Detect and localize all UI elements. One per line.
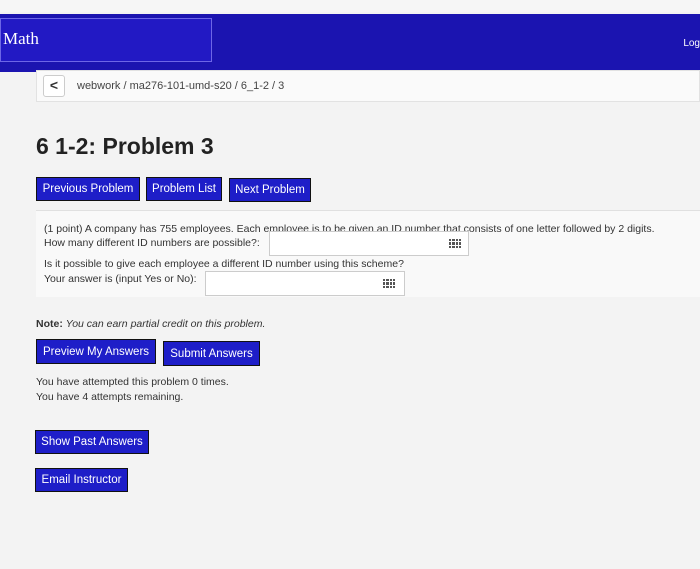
preview-answers-button[interactable]: Preview My Answers bbox=[36, 339, 156, 364]
answer-1-input[interactable] bbox=[269, 231, 469, 256]
attempts-remaining: You have 4 attempts remaining. bbox=[36, 391, 184, 403]
browser-top-strip bbox=[0, 0, 700, 12]
note-text: You can earn partial credit on this prob… bbox=[65, 318, 266, 330]
question-1-label: How many different ID numbers are possib… bbox=[44, 237, 260, 249]
partial-credit-note: Note: You can earn partial credit on thi… bbox=[36, 318, 265, 330]
site-header: Math Log bbox=[0, 14, 700, 72]
answer-2-input[interactable] bbox=[205, 271, 405, 296]
show-past-answers-button[interactable]: Show Past Answers bbox=[35, 430, 149, 454]
logout-link[interactable]: Log bbox=[683, 38, 700, 49]
breadcrumb-bar: < webwork / ma276-101-umd-s20 / 6_1-2 / … bbox=[36, 70, 700, 102]
previous-problem-button[interactable]: Previous Problem bbox=[36, 177, 140, 201]
logo-box[interactable]: Math bbox=[0, 18, 212, 62]
question-2-label: Your answer is (input Yes or No): bbox=[44, 273, 197, 285]
grid-icon[interactable] bbox=[449, 239, 461, 248]
submit-answers-button[interactable]: Submit Answers bbox=[163, 341, 260, 366]
next-problem-button[interactable]: Next Problem bbox=[229, 178, 311, 202]
problem-statement-2: Is it possible to give each employee a d… bbox=[44, 258, 404, 270]
grid-icon[interactable] bbox=[383, 279, 395, 288]
note-label: Note: bbox=[36, 318, 63, 330]
back-button[interactable]: < bbox=[43, 75, 65, 97]
breadcrumb[interactable]: webwork / ma276-101-umd-s20 / 6_1-2 / 3 bbox=[77, 80, 284, 92]
attempts-count: You have attempted this problem 0 times. bbox=[36, 376, 229, 388]
page-title: 6 1-2: Problem 3 bbox=[36, 133, 214, 159]
site-logo: Math bbox=[3, 29, 39, 48]
problem-list-button[interactable]: Problem List bbox=[146, 177, 222, 201]
email-instructor-button[interactable]: Email Instructor bbox=[35, 468, 128, 492]
